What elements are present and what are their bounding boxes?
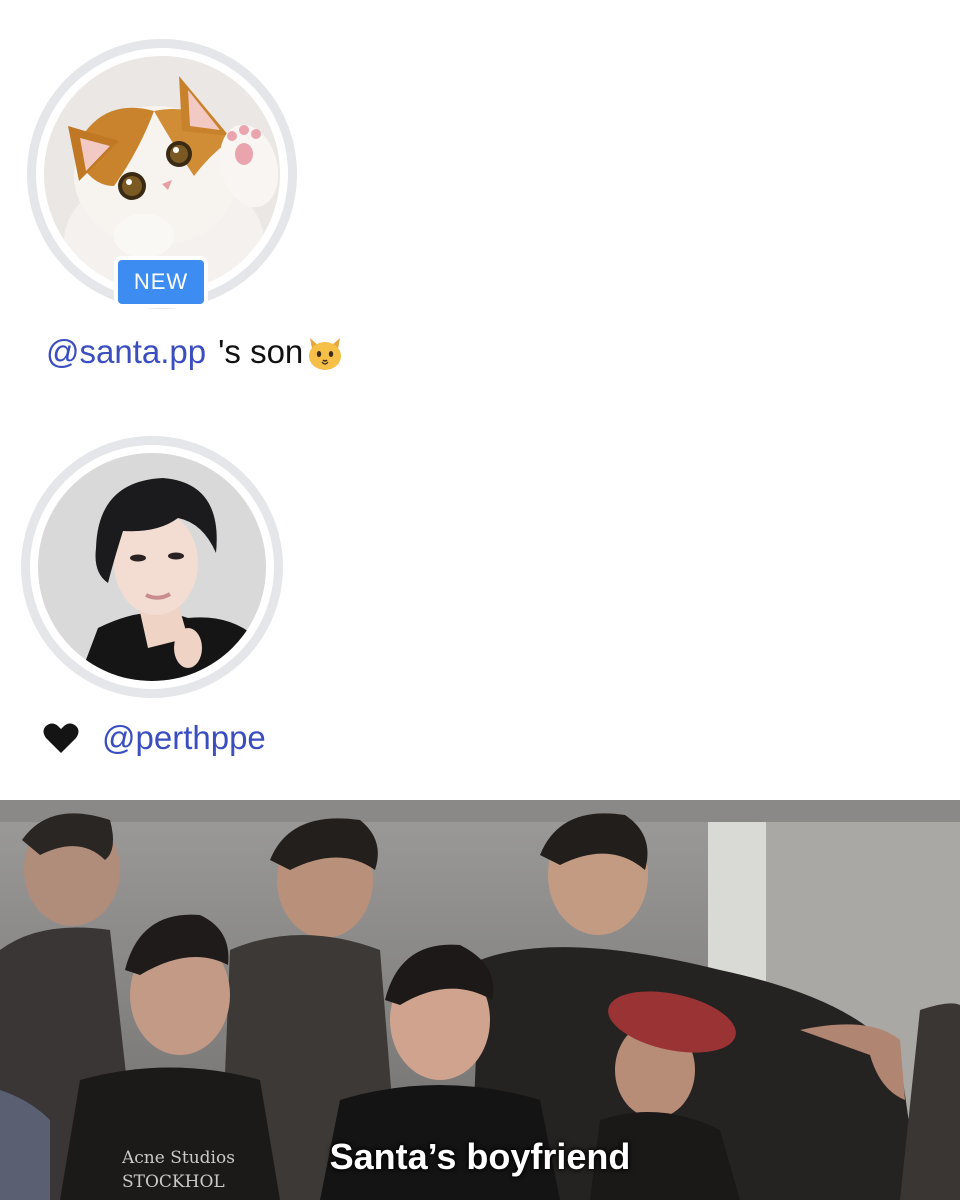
mention-link-santa[interactable]: @santa.pp	[46, 333, 206, 371]
cat-face-icon	[305, 332, 345, 372]
avatar-person[interactable]	[38, 453, 266, 681]
bio-line-cat: @santa.pp 's son	[46, 330, 345, 374]
black-heart-icon	[42, 719, 80, 757]
mention-link-perth[interactable]: @perthppe	[102, 719, 266, 757]
new-badge: NEW	[114, 256, 208, 308]
bio-line-person: @perthppe	[42, 716, 266, 760]
photo-caption: Santa’s boyfriend	[329, 1136, 631, 1177]
bio-text: 's son	[218, 333, 304, 370]
